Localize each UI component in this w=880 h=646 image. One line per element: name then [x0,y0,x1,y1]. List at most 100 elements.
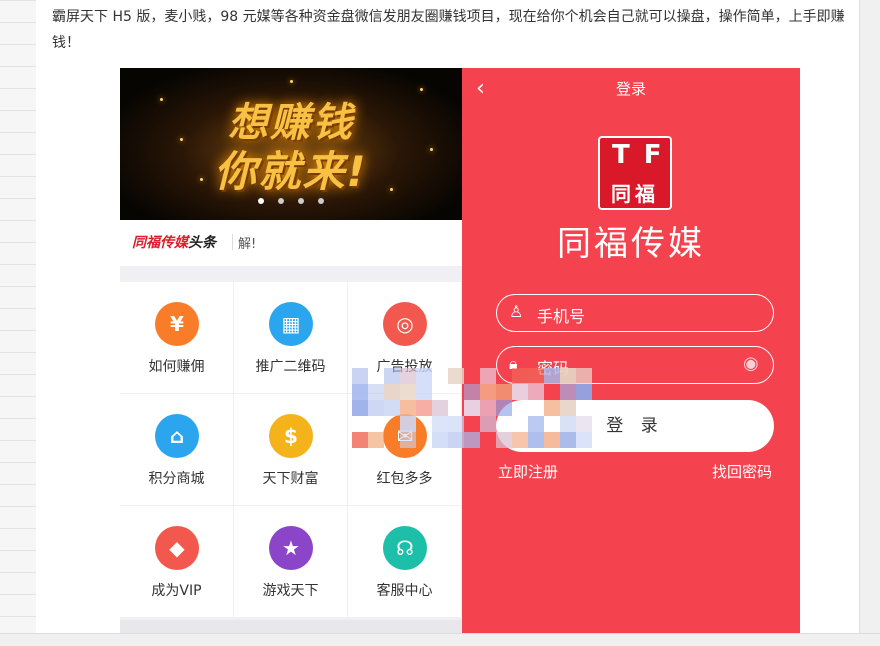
menu-item-games[interactable]: ★ 游戏天下 [234,506,347,617]
news-ticker-text: 解! [238,237,257,252]
promo-banner[interactable]: 想赚钱 你就来! [120,68,462,220]
menu-item-label: 游戏天下 [262,583,319,599]
article-body: 霸屏天下 H5 版，麦小贱，98 元媒等各种资金盘微信发朋友圈赚钱项目，现在给你… [36,0,860,634]
mosaic-pixel [400,368,416,384]
mosaic-pixel [528,384,544,400]
mosaic-pixel [544,432,560,448]
mosaic-pixel [352,432,368,448]
diamond-icon: ◆ [155,526,199,570]
menu-item-vip[interactable]: ◆ 成为VIP [120,506,233,617]
carousel-dots [120,189,462,208]
mosaic-pixel [496,400,512,416]
mosaic-pixel [368,384,384,400]
mosaic-pixel [416,400,432,416]
carousel-dot[interactable] [258,198,264,204]
divider [232,234,233,250]
mosaic-pixel [416,384,432,400]
mosaic-pixel [528,368,544,384]
qrcode-icon: ▦ [269,302,313,346]
mosaic-pixel [512,368,528,384]
mosaic-pixel [544,400,560,416]
phone-field[interactable]: ♙ 手机号 [496,294,774,332]
mosaic-pixel [368,400,384,416]
brand-name: 同福传媒 [557,224,705,264]
mosaic-pixel [512,432,528,448]
mosaic-pixel [400,400,416,416]
menu-item-label: 成为VIP [151,583,202,599]
mosaic-pixel [480,384,496,400]
mosaic-pixel [368,432,384,448]
carousel-dot[interactable] [298,198,304,204]
register-link[interactable]: 立即注册 [498,461,558,482]
menu-item-support[interactable]: ☊ 客服中心 [348,506,461,617]
article-intro: 霸屏天下 H5 版，麦小贱，98 元媒等各种资金盘微信发朋友圈赚钱项目，现在给你… [52,9,845,51]
mosaic-pixel [352,368,368,384]
carousel-dot[interactable] [318,198,324,204]
mosaic-pixel [512,384,528,400]
left-gutter [0,0,37,646]
mosaic-pixel [448,368,464,384]
store-icon: ⌂ [155,414,199,458]
mosaic-pixel [480,368,496,384]
mosaic-pixel [480,416,496,432]
scrollbar[interactable] [859,0,880,634]
mosaic-pixel [560,368,576,384]
forgot-password-link[interactable]: 找回密码 [712,461,772,482]
brand-logo: TF 同福 [598,136,672,210]
menu-item-label: 如何赚佣 [148,359,205,375]
mosaic-pixel [560,432,576,448]
mosaic-pixel [560,384,576,400]
mosaic-pixel [576,368,592,384]
login-screen: ‹ 登录 TF 同福 同福传媒 ♙ 手机号 🔒︎ 密码 ◉ 登 录 立即注册 找… [462,68,800,634]
phone-placeholder: 手机号 [537,307,586,326]
news-logo: 同福传媒头条 [132,232,216,252]
mosaic-pixel [544,368,560,384]
star-icon: ★ [269,526,313,570]
news-logo-label: 头条 [188,235,216,251]
mosaic-pixel [384,368,400,384]
bottom-strip [120,620,462,634]
menu-item-wealth[interactable]: $ 天下财富 [234,394,347,505]
mosaic-pixel [384,400,400,416]
logo-chars: 同福 [611,182,659,206]
menu-item-label: 积分商城 [148,471,205,487]
mosaic-pixel [464,384,480,400]
user-icon: ♙ [509,302,524,321]
eye-icon[interactable]: ◉ [743,353,763,374]
yen-hand-icon: ¥ [155,302,199,346]
mosaic-pixel [432,432,448,448]
mosaic-pixel [352,384,368,400]
menu-item-label: 客服中心 [376,583,433,599]
mosaic-pixel [496,432,512,448]
mosaic-pixel [416,368,432,384]
logo-letters: TF [612,140,676,170]
mosaic-pixel [432,416,448,432]
menu-item-qrcode[interactable]: ▦ 推广二维码 [234,282,347,393]
coins-icon: $ [269,414,313,458]
news-ticker[interactable]: 同福传媒头条 解! [120,220,462,266]
mosaic-pixel [496,384,512,400]
mosaic-pixel [528,432,544,448]
sparkle [290,80,293,83]
mosaic-pixel [480,400,496,416]
mosaic-pixel [400,416,416,432]
mosaic-pixel [448,432,464,448]
carousel-dot[interactable] [278,198,284,204]
pixelated-watermark [352,368,592,448]
mosaic-pixel [400,432,416,448]
menu-item-points-mall[interactable]: ⌂ 积分商城 [120,394,233,505]
mosaic-pixel [384,384,400,400]
menu-item-how-to-earn[interactable]: ¥ 如何赚佣 [120,282,233,393]
mosaic-pixel [576,384,592,400]
login-title: 登录 [615,80,646,98]
menu-item-label: 推广二维码 [255,359,326,375]
feature-grid: ¥ 如何赚佣 ▦ 推广二维码 ◎ 广告投放 ⌂ 积分商城 $ 天下财富 红包多多… [120,282,462,618]
mosaic-pixel [576,432,592,448]
mosaic-pixel [576,416,592,432]
horizontal-scrollbar[interactable] [0,633,880,646]
app-home-screen: 想赚钱 你就来! 同福传媒头条 解! ¥ 如何赚佣 ▦ 推广二维码 ◎ 广告投放… [120,68,462,634]
target-icon: ◎ [383,302,427,346]
mosaic-pixel [528,416,544,432]
mosaic-pixel [352,400,368,416]
menu-item-label: 红包多多 [376,471,433,487]
